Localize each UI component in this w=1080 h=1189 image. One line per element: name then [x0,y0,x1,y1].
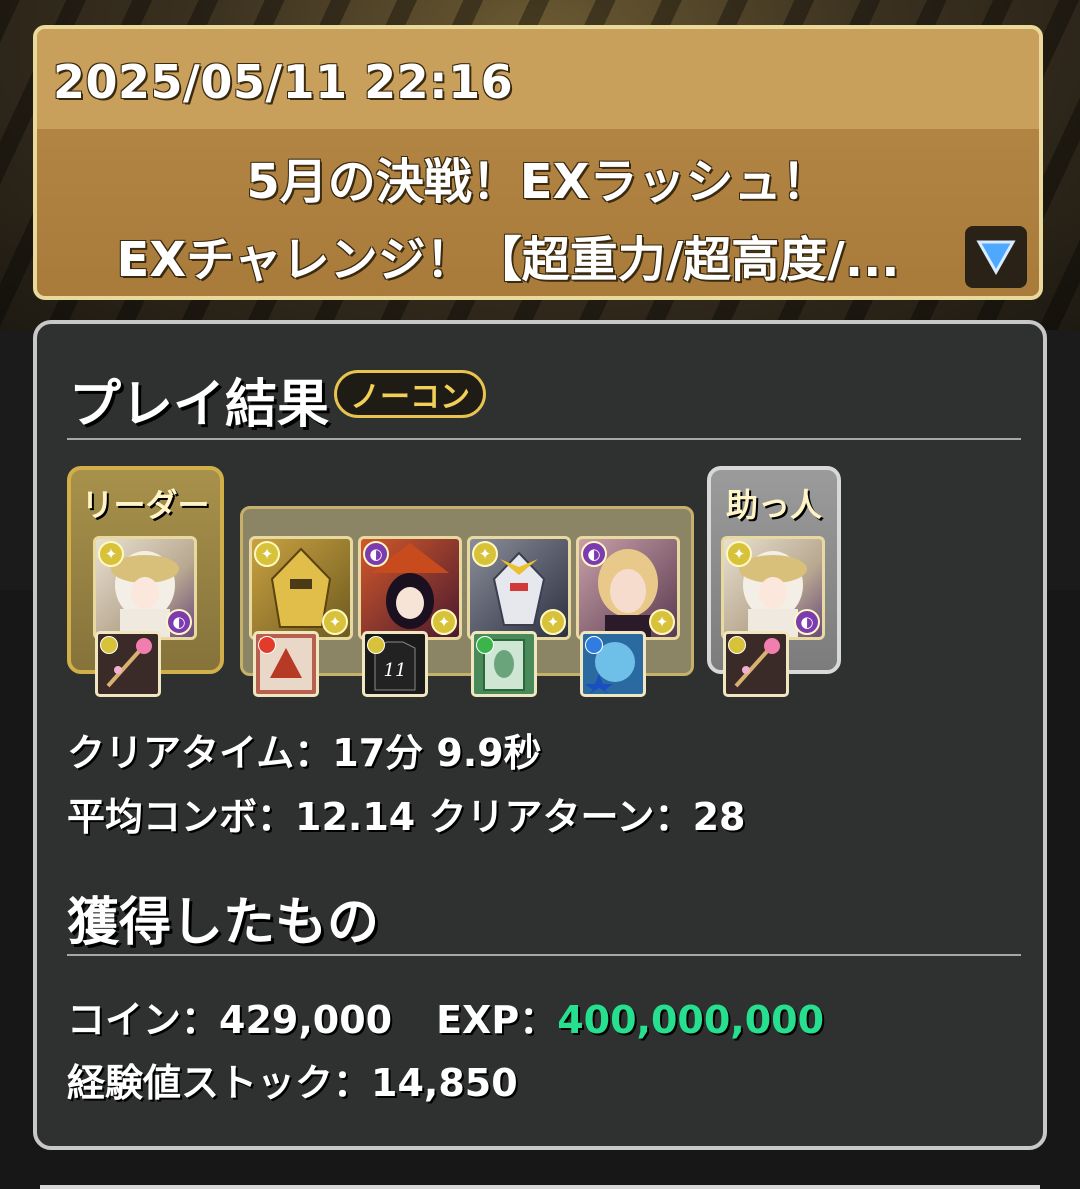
dark-orb-icon: ◐ [794,609,820,635]
leader-label: リーダー [81,486,210,524]
event-title-line1: 5月の決戦！EXラッシュ！ [246,154,830,210]
leader-weapon-icon[interactable] [95,631,161,697]
coin-value: 429,000 [219,998,393,1042]
dark-orb-icon: ◐ [581,541,607,567]
clear-time-value: 17分 9.9秒 [332,731,542,775]
no-continue-badge: ノーコン [334,370,486,418]
light-orb-icon [367,636,385,654]
exp-stock-row: 経験値ストック：14,850 [67,1052,518,1107]
leader-monster-icon[interactable]: ✦ ◐ [93,536,197,640]
light-orb-icon [100,636,118,654]
play-result-heading: プレイ結果 [69,375,330,435]
helper-weapon-icon[interactable] [723,631,789,697]
fire-orb-icon [258,636,276,654]
light-orb-icon [728,636,746,654]
dungeon-header[interactable]: 2025/05/11 22:16 5月の決戦！EXラッシュ！ EXチャレンジ！【… [33,25,1043,300]
exp-stock-label: 経験値ストック： [67,1061,372,1105]
divider [67,438,1021,440]
exp-stock-value: 14,850 [371,1061,518,1105]
member4-monster-icon[interactable]: ◐ ✦ [576,536,680,640]
helper-monster-icon[interactable]: ✦ ◐ [721,536,825,640]
expand-button[interactable] [965,226,1027,288]
avg-combo-value: 12.14 [295,795,416,839]
event-title-line2: EXチャレンジ！【超重力/超高度/... [116,232,900,288]
light-orb-icon: ✦ [322,609,348,635]
exp-value: 400,000,000 [557,998,825,1042]
light-orb-icon: ✦ [540,609,566,635]
member3-monster-icon[interactable]: ✦ ✦ [467,536,571,640]
light-orb-icon: ✦ [472,541,498,567]
wood-orb-icon [476,636,494,654]
member2-monster-icon[interactable]: ◐ ✦ [358,536,462,640]
helper-label: 助っ人 [725,486,822,524]
clear-turn-value: 28 [692,795,746,839]
result-panel: プレイ結果 ノーコン リーダー ✦ ◐ ✦ ✦ ◐ ✦ 11 ✦ ✦ ◐ ✦ 助… [33,320,1047,1150]
clear-turn-label: クリアターン： [428,795,693,839]
svg-text:11: 11 [384,660,407,681]
coin-label: コイン： [67,998,220,1042]
triangle-down-icon [976,240,1016,275]
member1-monster-icon[interactable]: ✦ ✦ [249,536,353,640]
light-orb-icon: ✦ [649,609,675,635]
avg-combo-label: 平均コンボ： [67,795,296,839]
member3-weapon-icon[interactable] [471,631,537,697]
next-panel-edge [40,1185,1040,1189]
combo-turn-row: 平均コンボ：12.14 クリアターン：28 [67,786,745,841]
divider [67,954,1021,956]
light-orb-icon: ✦ [431,609,457,635]
member4-weapon-icon[interactable] [580,631,646,697]
play-timestamp: 2025/05/11 22:16 [53,55,514,109]
light-orb-icon: ✦ [254,541,280,567]
dark-orb-icon: ◐ [363,541,389,567]
coin-exp-row: コイン：429,000 EXP：400,000,000 [67,989,824,1044]
rewards-heading: 獲得したもの [67,893,380,953]
exp-label: EXP： [436,998,558,1042]
member2-weapon-icon[interactable]: 11 [362,631,428,697]
dark-orb-icon: ◐ [166,609,192,635]
clear-time-label: クリアタイム： [67,731,333,775]
light-orb-icon: ✦ [726,541,752,567]
light-orb-icon: ✦ [98,541,124,567]
clear-time-row: クリアタイム：17分 9.9秒 [67,722,542,777]
water-orb-icon [585,636,603,654]
member1-weapon-icon[interactable] [253,631,319,697]
